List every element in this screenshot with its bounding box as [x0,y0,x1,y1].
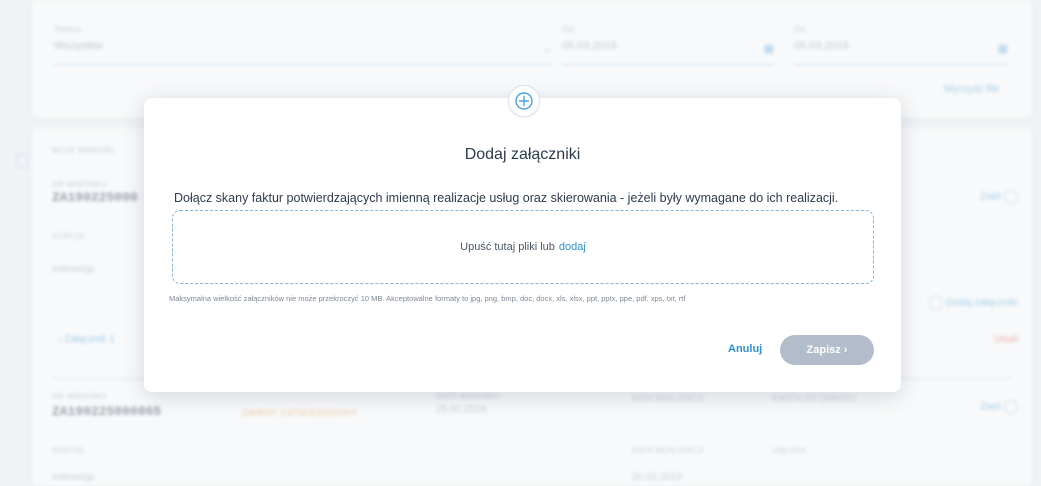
modal-description: Dołącz skany faktur potwierdzających imi… [174,191,839,205]
add-attachments-modal: Dodaj załączniki Dołącz skany faktur pot… [144,85,901,392]
dropzone-text: Upuść tutaj pliki lub [460,241,555,253]
cancel-button[interactable]: Anuluj [728,343,762,355]
add-file-link[interactable]: dodaj [559,241,586,253]
save-button[interactable]: Zapisz › [780,335,874,365]
file-size-hint: Maksymalna wielkość załączników nie może… [169,294,686,303]
file-dropzone[interactable]: Upuść tutaj pliki lub dodaj [172,210,874,284]
attachment-plus-icon [508,85,540,117]
modal-title: Dodaj załączniki [464,146,581,163]
